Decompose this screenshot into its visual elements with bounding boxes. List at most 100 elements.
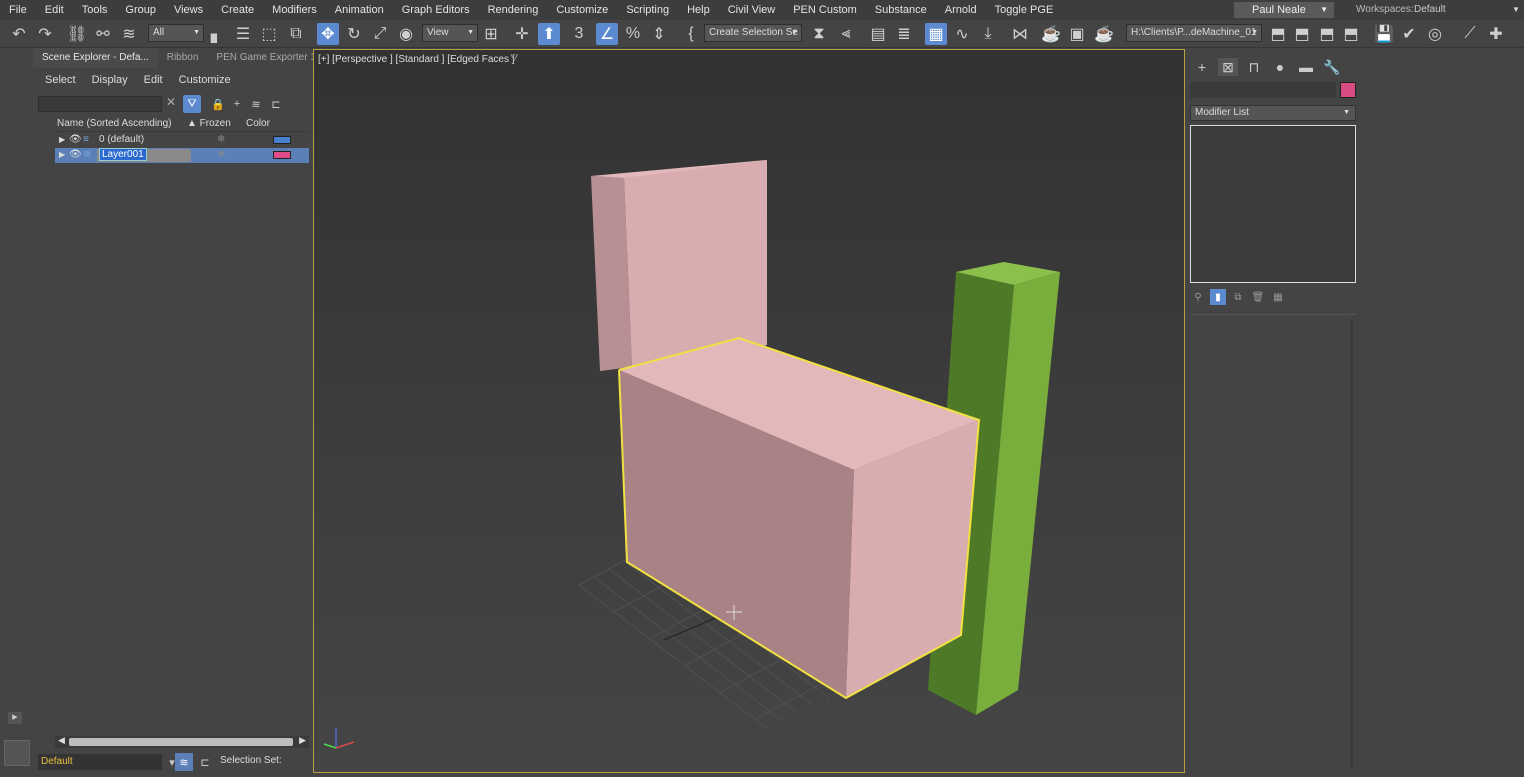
hierarchy-tab-icon[interactable]: ⊓ bbox=[1244, 58, 1264, 76]
redo-icon[interactable]: ↷ bbox=[34, 23, 56, 45]
display-tab-icon[interactable]: ▬ bbox=[1296, 58, 1316, 76]
mirror-icon[interactable]: ⧗ bbox=[808, 23, 830, 45]
undo-icon[interactable]: ↶ bbox=[8, 23, 30, 45]
menu-pen-custom[interactable]: PEN Custom bbox=[784, 0, 866, 20]
sort-by-layer-icon[interactable]: ≋ bbox=[175, 753, 193, 771]
user-account-dropdown[interactable]: Paul Neale ▼ bbox=[1234, 2, 1334, 18]
project-tool-icon[interactable]: ⬒ bbox=[1316, 23, 1338, 45]
menu-arnold[interactable]: Arnold bbox=[936, 0, 986, 20]
search-input[interactable] bbox=[38, 96, 162, 112]
schematic-view-icon[interactable]: ⋈ bbox=[1009, 23, 1031, 45]
scroll-right-icon[interactable]: ▶ bbox=[299, 735, 306, 746]
menu-display[interactable]: Display bbox=[92, 74, 128, 86]
add-to-layer-icon[interactable]: ≋ bbox=[247, 95, 265, 113]
dope-sheet-icon[interactable]: ⤓ bbox=[977, 23, 999, 45]
tab-scene-explorer[interactable]: Scene Explorer - Defa... bbox=[33, 48, 158, 68]
eye-icon[interactable]: 👁 bbox=[69, 134, 82, 145]
menu-edit[interactable]: Edit bbox=[36, 0, 73, 20]
menu-scripting[interactable]: Scripting bbox=[617, 0, 678, 20]
horizontal-scrollbar[interactable]: ◀ ▶ bbox=[55, 735, 309, 748]
expand-arrow-icon[interactable]: ▶ bbox=[8, 712, 22, 724]
select-and-scale-icon[interactable]: ⤢ bbox=[369, 23, 391, 45]
angle-snap-icon[interactable]: ∠ bbox=[596, 23, 618, 45]
keyboard-shortcut-override-icon[interactable]: ⬆ bbox=[538, 23, 560, 45]
expand-triangle-icon[interactable]: ▶ bbox=[59, 150, 65, 159]
check-circle-icon[interactable]: ✔ bbox=[1398, 23, 1420, 45]
layer-color-swatch[interactable] bbox=[273, 151, 291, 159]
menu-toggle-pge[interactable]: Toggle PGE bbox=[986, 0, 1063, 20]
scrollbar-thumb[interactable] bbox=[69, 738, 293, 746]
menu-customize[interactable]: Customize bbox=[547, 0, 617, 20]
reference-coordinate-dropdown[interactable]: View ▼ bbox=[422, 24, 478, 42]
create-tab-icon[interactable]: + bbox=[1192, 58, 1212, 76]
layer-name[interactable]: Layer001 bbox=[99, 148, 147, 161]
project-tool-icon[interactable]: ⬒ bbox=[1340, 23, 1362, 45]
link-icon[interactable]: ⛓ bbox=[66, 23, 88, 45]
menu-group[interactable]: Group bbox=[116, 0, 165, 20]
menu-customize[interactable]: Customize bbox=[179, 74, 231, 86]
menu-file[interactable]: File bbox=[0, 0, 36, 20]
plus-tool-icon[interactable]: ✚ bbox=[1485, 23, 1507, 45]
layer-row[interactable]: ▶ 👁 ≡ 0 (default) ❄ bbox=[55, 133, 309, 148]
select-object-icon[interactable]: ▖ bbox=[206, 23, 228, 45]
column-name[interactable]: Name (Sorted Ascending) bbox=[55, 118, 183, 131]
modify-tab-icon[interactable]: ⊠ bbox=[1218, 58, 1238, 76]
menu-create[interactable]: Create bbox=[212, 0, 263, 20]
window-crossing-icon[interactable]: ⧉ bbox=[285, 23, 307, 45]
column-frozen[interactable]: ▲ Frozen bbox=[183, 118, 246, 131]
select-and-move-icon[interactable]: ✥ bbox=[317, 23, 339, 45]
select-manipulate-icon[interactable]: ✛ bbox=[511, 23, 533, 45]
unlink-icon[interactable]: ⚯ bbox=[92, 23, 114, 45]
object-color-swatch[interactable] bbox=[1340, 82, 1356, 98]
expand-triangle-icon[interactable]: ▶ bbox=[59, 135, 65, 144]
project-tool-icon[interactable]: ⬒ bbox=[1267, 23, 1289, 45]
save-icon[interactable]: 💾 bbox=[1373, 23, 1395, 45]
layer-hierarchy-icon[interactable]: ⊏ bbox=[267, 95, 285, 113]
lock-icon[interactable]: 🔒 bbox=[209, 95, 227, 113]
layer-name[interactable]: 0 (default) bbox=[99, 134, 144, 145]
pen-tool-icon[interactable]: ⟋ bbox=[1459, 23, 1481, 45]
menu-rendering[interactable]: Rendering bbox=[479, 0, 548, 20]
menu-help[interactable]: Help bbox=[678, 0, 719, 20]
project-tool-icon[interactable]: ⬒ bbox=[1291, 23, 1313, 45]
curve-editor-icon[interactable]: ∿ bbox=[951, 23, 973, 45]
select-and-rotate-icon[interactable]: ↻ bbox=[343, 23, 365, 45]
align-icon[interactable]: ⫷ bbox=[835, 23, 857, 45]
active-layer-field[interactable]: Default bbox=[38, 754, 162, 770]
filter-toggle-icon[interactable]: ⛛ bbox=[183, 95, 201, 113]
disabled-circle-icon[interactable]: ◎ bbox=[1424, 23, 1446, 45]
menu-views[interactable]: Views bbox=[165, 0, 212, 20]
spinner-snap-icon[interactable]: ⇕ bbox=[648, 23, 670, 45]
remove-modifier-icon[interactable]: 🗑 bbox=[1250, 289, 1266, 305]
tab-ribbon[interactable]: Ribbon bbox=[158, 48, 208, 68]
selection-filter-dropdown[interactable]: All ▼ bbox=[148, 24, 204, 42]
layer-row[interactable]: ▶ 👁 ≋ Layer001 ❄ bbox=[55, 148, 309, 163]
menu-select[interactable]: Select bbox=[45, 74, 76, 86]
toggle-ribbon-icon[interactable]: ▦ bbox=[925, 23, 947, 45]
menu-animation[interactable]: Animation bbox=[326, 0, 393, 20]
modifier-list-dropdown[interactable]: Modifier List ▼ bbox=[1190, 105, 1356, 121]
chevron-down-icon[interactable]: ▼ bbox=[1512, 0, 1520, 20]
menu-edit[interactable]: Edit bbox=[144, 74, 163, 86]
scene-explorer-toggle-icon[interactable]: ▤ bbox=[867, 23, 889, 45]
pivot-center-icon[interactable]: ⊞ bbox=[480, 23, 502, 45]
make-unique-icon[interactable]: ⧉ bbox=[1230, 289, 1246, 305]
show-end-result-icon[interactable]: ▮ bbox=[1210, 289, 1226, 305]
viewport-layout-tab[interactable] bbox=[4, 740, 30, 766]
rectangular-selection-icon[interactable]: ⬚ bbox=[258, 23, 280, 45]
sort-by-hierarchy-icon[interactable]: ⊏ bbox=[196, 753, 214, 771]
menu-tools[interactable]: Tools bbox=[73, 0, 117, 20]
scroll-left-icon[interactable]: ◀ bbox=[58, 735, 65, 746]
menu-graph-editors[interactable]: Graph Editors bbox=[393, 0, 479, 20]
menu-substance[interactable]: Substance bbox=[866, 0, 936, 20]
menu-civil-view[interactable]: Civil View bbox=[719, 0, 784, 20]
eye-icon[interactable]: 👁 bbox=[69, 149, 82, 160]
edit-named-selection-icon[interactable]: { bbox=[680, 23, 702, 45]
utilities-tab-icon[interactable]: 🔧 bbox=[1322, 58, 1342, 76]
render-production-icon[interactable]: ☕ bbox=[1093, 23, 1115, 45]
project-folder-dropdown[interactable]: H:\Clients\P...deMachine_01 ▼ bbox=[1126, 24, 1262, 42]
motion-tab-icon[interactable]: ● bbox=[1270, 58, 1290, 76]
create-new-layer-icon[interactable]: + bbox=[228, 95, 246, 113]
select-by-name-icon[interactable]: ☰ bbox=[232, 23, 254, 45]
pin-stack-icon[interactable]: ⚲ bbox=[1190, 289, 1206, 305]
